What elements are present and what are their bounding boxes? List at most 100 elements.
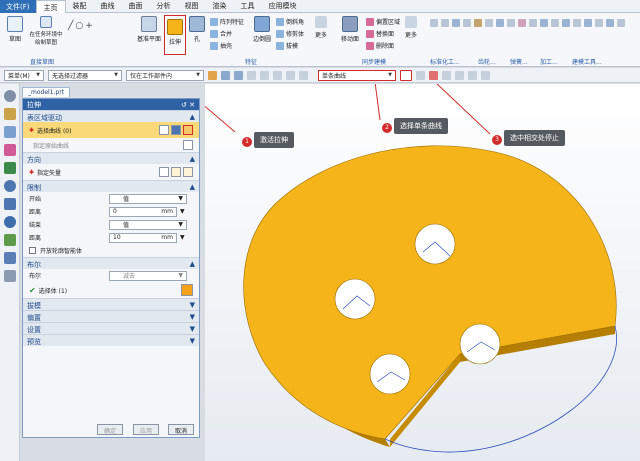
select-curve-row[interactable]: ✱ 选择曲线 (0) — [23, 122, 199, 138]
vector-dialog-icon[interactable] — [183, 167, 193, 177]
follow-fillet-icon[interactable] — [416, 70, 425, 80]
line-tool[interactable]: ╱ ○ + — [68, 21, 93, 31]
sketch-section-icon[interactable] — [171, 125, 181, 135]
menu-view[interactable]: 视图 — [178, 0, 206, 13]
menu-analysis[interactable]: 分析 — [150, 0, 178, 13]
menu-curve[interactable]: 曲线 — [94, 0, 122, 13]
extrude-button[interactable]: 拉伸 — [164, 15, 186, 55]
snap-icon-12[interactable] — [468, 70, 477, 80]
open-profile-row[interactable]: 开放轮廓智能体 — [23, 244, 199, 257]
snap-icon-8[interactable] — [299, 70, 308, 80]
snap-icon-6[interactable] — [273, 70, 282, 80]
offset-region-button[interactable]: 偏置区域 — [366, 17, 400, 26]
start-type-value: 值 — [123, 196, 130, 203]
constraint-navigator-icon[interactable] — [3, 144, 16, 156]
section-settings-header[interactable]: 设置 ▼ — [23, 322, 199, 334]
document-tabs: _model1.prt — [22, 86, 208, 98]
part-navigator-icon[interactable] — [3, 108, 16, 120]
section-boolean-header[interactable]: 布尔 ▲ — [23, 257, 199, 269]
hole-button[interactable]: 孔 — [188, 16, 206, 43]
scope-dropdown[interactable]: 仅在工作部件内 ▼ — [126, 69, 204, 81]
menu-home[interactable]: 主页 — [35, 0, 66, 13]
snap-icon-1[interactable] — [208, 70, 217, 80]
unite-button[interactable]: 合并 — [210, 29, 232, 38]
section-preview-header[interactable]: 预览 ▼ — [23, 334, 199, 346]
roles-icon[interactable] — [3, 270, 16, 282]
draw-section-row[interactable]: 指定原始曲线 — [23, 138, 199, 152]
delete-face-button[interactable]: 删除面 — [366, 41, 394, 50]
ok-button[interactable]: 确定 — [97, 424, 124, 435]
section-profile-header[interactable]: 表区域驱动 ▲ — [23, 110, 199, 122]
type-filter-dropdown[interactable]: 无选择过滤器 ▼ — [48, 69, 122, 81]
draft-button[interactable]: 拔模 — [276, 41, 298, 50]
snap-icon-5[interactable] — [260, 70, 269, 80]
gear-icon[interactable] — [3, 90, 16, 102]
curve-selector-icon[interactable] — [159, 125, 169, 135]
datum-plane-button[interactable]: 基准平面 — [135, 16, 163, 43]
menu-surface[interactable]: 曲面 — [122, 0, 150, 13]
menu-tools[interactable]: 工具 — [234, 0, 262, 13]
edge-blend-button[interactable]: 边倒圆 — [250, 16, 274, 43]
reset-icon[interactable]: ↺ — [181, 101, 187, 109]
section-limits-header[interactable]: 限制 ▲ — [23, 180, 199, 192]
snap-icon-11[interactable] — [455, 70, 464, 80]
section-direction-header[interactable]: 方向 ▲ — [23, 152, 199, 164]
process-studio-icon[interactable] — [3, 252, 16, 264]
web-browser-icon[interactable] — [3, 180, 16, 192]
chamfer-button[interactable]: 倒斜角 — [276, 17, 304, 26]
std-tools[interactable] — [430, 19, 625, 27]
system-materials-icon[interactable] — [3, 234, 16, 246]
resource-bar — [0, 84, 20, 461]
snap-icon-9[interactable] — [429, 70, 438, 80]
select-body-row[interactable]: ✔ 选择体 (1) — [23, 282, 199, 298]
assembly-navigator-icon[interactable] — [3, 126, 16, 138]
snap-icon-3[interactable] — [234, 70, 243, 80]
hole-top — [414, 223, 456, 265]
specify-vector-row[interactable]: ✱ 指定矢量 — [23, 164, 199, 180]
reuse-library-icon[interactable] — [3, 162, 16, 174]
snap-icon-13[interactable] — [481, 70, 490, 80]
offset-region-icon — [366, 17, 374, 26]
sketch-in-task-button[interactable]: 在任务环境中绘制草图 — [28, 16, 64, 46]
chevron-down-icon[interactable]: ▼ — [180, 234, 185, 241]
menu-applications[interactable]: 应用模块 — [262, 0, 304, 13]
menu-render[interactable]: 渲染 — [206, 0, 234, 13]
section-draft-header[interactable]: 拔模 ▼ — [23, 298, 199, 310]
apply-button[interactable]: 应用 — [133, 424, 160, 435]
clock-icon[interactable] — [3, 216, 16, 228]
snap-icon-7[interactable] — [286, 70, 295, 80]
more-feature-button[interactable]: 更多 — [312, 16, 330, 39]
distance1-input[interactable]: 0 mm — [109, 206, 177, 217]
body-icon[interactable] — [181, 284, 193, 296]
sketch-button[interactable]: 草图 — [4, 16, 26, 43]
open-profile-checkbox[interactable] — [29, 247, 36, 254]
menu-dropdown[interactable]: 菜单(M) ▼ — [4, 69, 44, 81]
array-feature-button[interactable]: 阵列特征 — [210, 17, 244, 26]
vector-icon[interactable] — [171, 167, 181, 177]
stop-at-intersection-icon[interactable] — [400, 69, 412, 81]
file-menu[interactable]: 文件(F) — [0, 0, 36, 13]
close-icon[interactable]: ✕ — [189, 101, 195, 109]
shell-button[interactable]: 抽壳 — [210, 41, 232, 50]
snap-icon-10[interactable] — [442, 70, 451, 80]
snap-icon-4[interactable] — [247, 70, 256, 80]
section-curve-icon[interactable] — [183, 140, 193, 150]
menu-assembly[interactable]: 装配 — [66, 0, 94, 13]
replace-face-button[interactable]: 替换面 — [366, 29, 394, 38]
end-type-select[interactable]: 值 ▼ — [109, 219, 187, 230]
trim-body-button[interactable]: 修剪体 — [276, 29, 304, 38]
start-type-select[interactable]: 值 ▼ — [109, 193, 187, 204]
snap-icon-2[interactable] — [221, 70, 230, 80]
boolean-select[interactable]: 减去 ▼ — [109, 270, 187, 281]
distance2-input[interactable]: 10 mm — [109, 232, 177, 243]
history-icon[interactable] — [3, 198, 16, 210]
section-offset-header[interactable]: 偏置 ▼ — [23, 310, 199, 322]
reverse-direction-icon[interactable] — [159, 167, 169, 177]
cancel-button[interactable]: 取消 — [168, 424, 195, 435]
curve-icon[interactable] — [183, 125, 193, 135]
curve-rule-dropdown[interactable]: 单条曲线 ▼ — [318, 69, 396, 81]
tab-model1[interactable]: _model1.prt — [22, 87, 71, 97]
chevron-down-icon[interactable]: ▼ — [180, 208, 185, 215]
more-sync-button[interactable]: 更多 — [402, 16, 420, 39]
move-face-button[interactable]: 移动面 — [338, 16, 362, 43]
